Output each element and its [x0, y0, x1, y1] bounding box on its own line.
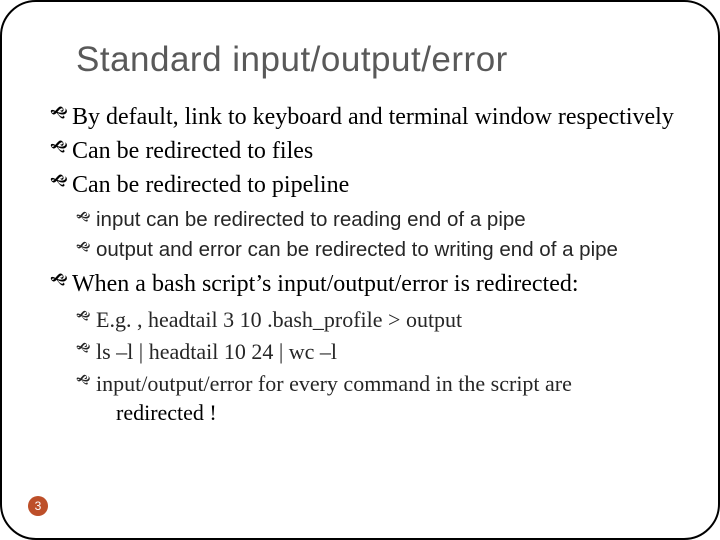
bullet-redirect-files: Can be redirected to files [50, 136, 674, 166]
sub-bullets-script: E.g. , headtail 3 10 .bash_profile > out… [76, 305, 674, 426]
slide-frame: Standard input/output/error By default, … [0, 0, 720, 540]
bullet-default-link: By default, link to keyboard and termina… [50, 102, 674, 132]
bullet-redirect-pipeline: Can be redirected to pipeline [50, 170, 674, 200]
sub-bullets-pipeline: input can be redirected to reading end o… [76, 206, 674, 263]
sub-bullet-input-pipe: input can be redirected to reading end o… [76, 206, 674, 234]
sub-bullet-example-ls: ls –l | headtail 10 24 | wc –l [76, 337, 674, 367]
sub-bullet-every-command-cont-text: redirected ! [116, 400, 217, 425]
sub-bullet-output-pipe: output and error can be redirected to wr… [76, 236, 674, 264]
sub-bullet-example-headtail: E.g. , headtail 3 10 .bash_profile > out… [76, 305, 674, 335]
sub-bullet-every-command: input/output/error for every command in … [76, 369, 674, 399]
page-number: 3 [28, 496, 48, 516]
bullet-script-redirect: When a bash script’s input/output/error … [50, 269, 674, 299]
sub-bullet-every-command-cont: redirected ! [96, 400, 674, 426]
slide-title: Standard input/output/error [76, 40, 674, 80]
